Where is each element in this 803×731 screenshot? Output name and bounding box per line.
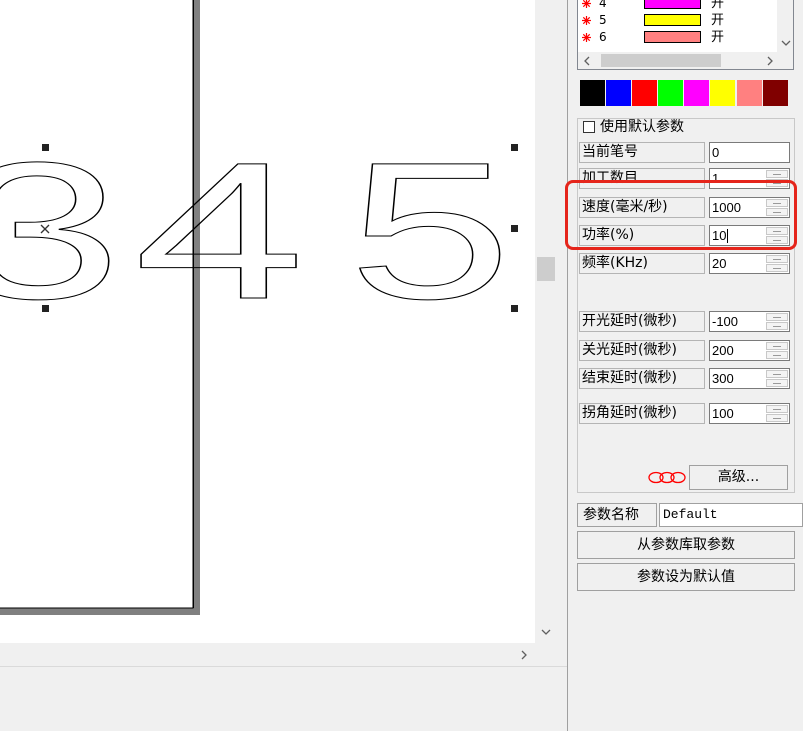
spin-up-button[interactable]: [766, 255, 788, 263]
spin-up-button[interactable]: [766, 313, 788, 321]
palette-swatch-green[interactable]: [658, 80, 683, 106]
palette-swatch-magenta[interactable]: [684, 80, 709, 106]
pen-list-row[interactable]: 6 开: [578, 29, 777, 46]
text-glyph-4[interactable]: 4: [134, 122, 306, 341]
chevron-right-icon: [767, 56, 773, 65]
pen-list-vertical-scrollbar[interactable]: [777, 0, 793, 52]
use-default-checkbox[interactable]: [583, 121, 595, 133]
spin-up-button[interactable]: [766, 405, 788, 413]
pen-state-toggle[interactable]: 开: [711, 0, 724, 12]
pen-list-scroll-corner: [777, 52, 793, 69]
corner-delay-spinner[interactable]: [766, 405, 788, 422]
canvas-horizontal-scrollbar[interactable]: [0, 643, 535, 666]
selection-handle-icon[interactable]: [511, 305, 518, 312]
vertical-scroll-thumb[interactable]: [537, 257, 555, 281]
asterisk-icon: [582, 0, 591, 8]
spin-down-button[interactable]: [766, 264, 788, 272]
text-glyph-3[interactable]: 3: [0, 122, 123, 341]
laser-on-delay-value: -100: [712, 314, 739, 329]
laser-off-delay-spinner[interactable]: [766, 342, 788, 359]
pen-list-row[interactable]: 4 开: [578, 0, 777, 12]
laser-on-delay-stepper[interactable]: -100: [709, 311, 790, 332]
palette-swatch-salmon[interactable]: [737, 80, 762, 106]
end-delay-stepper[interactable]: 300: [709, 368, 790, 389]
chevron-down-icon: [781, 40, 790, 46]
laser-on-delay-spinner[interactable]: [766, 313, 788, 330]
drawing-canvas[interactable]: 3 4 5: [0, 0, 535, 643]
use-default-label[interactable]: 使用默认参数: [600, 118, 684, 136]
pen-number: 6: [599, 30, 607, 44]
corner-delay-value: 100: [712, 406, 734, 421]
selection-handle-icon[interactable]: [42, 144, 49, 151]
palette-swatch-red[interactable]: [632, 80, 657, 106]
frequency-stepper[interactable]: 20: [709, 253, 790, 274]
param-label-end-delay: 结束延时(微秒): [579, 368, 705, 389]
chevron-left-icon: [583, 56, 589, 65]
text-glyph-5[interactable]: 5: [348, 122, 513, 341]
scroll-right-button[interactable]: [512, 643, 535, 666]
spin-down-button[interactable]: [766, 351, 788, 359]
chevron-down-icon: [541, 629, 551, 635]
pen-color-swatch[interactable]: [644, 0, 701, 9]
pen-list-horizontal-scrollbar[interactable]: [578, 52, 777, 69]
status-bar: [0, 666, 567, 731]
chevron-right-icon: [521, 650, 527, 659]
asterisk-icon: [582, 33, 591, 42]
canvas-svg[interactable]: 3 4 5: [0, 0, 535, 643]
asterisk-icon: [582, 16, 591, 25]
spin-up-button[interactable]: [766, 170, 788, 178]
advanced-button[interactable]: 高级...: [689, 465, 788, 490]
param-label-frequency: 频率(KHz): [579, 253, 705, 274]
palette-swatch-blue[interactable]: [606, 80, 631, 106]
param-label-corner-delay: 拐角延时(微秒): [579, 403, 705, 424]
param-label-current-pen: 当前笔号: [579, 142, 705, 163]
spin-down-button[interactable]: [766, 322, 788, 330]
spin-down-button[interactable]: [766, 379, 788, 387]
selection-handle-icon[interactable]: [42, 305, 49, 312]
spin-up-button[interactable]: [766, 342, 788, 350]
pen-list-scroll-right-button[interactable]: [762, 52, 777, 69]
end-delay-spinner[interactable]: [766, 370, 788, 387]
param-name-field[interactable]: Default: [659, 503, 803, 527]
end-delay-value: 300: [712, 371, 734, 386]
param-label-laser-on-delay: 开光延时(微秒): [579, 311, 705, 332]
param-label-laser-off-delay: 关光延时(微秒): [579, 340, 705, 361]
pen-list-scroll-thumb[interactable]: [601, 54, 721, 67]
frequency-value: 20: [712, 256, 727, 271]
highlight-annotation: [565, 180, 797, 250]
pen-state-toggle[interactable]: 开: [711, 12, 724, 29]
param-name-label: 参数名称: [577, 503, 657, 527]
pen-number: 4: [599, 0, 607, 10]
current-pen-value: 0: [712, 145, 720, 160]
palette-swatch-black[interactable]: [580, 80, 605, 106]
pen-list-scroll-left-button[interactable]: [578, 52, 595, 69]
corner-delay-stepper[interactable]: 100: [709, 403, 790, 424]
canvas-vertical-scrollbar[interactable]: [535, 0, 557, 643]
laser-off-delay-value: 200: [712, 343, 734, 358]
pen-state-toggle[interactable]: 开: [711, 29, 724, 46]
pen-color-swatch[interactable]: [644, 31, 701, 43]
load-from-library-button[interactable]: 从参数库取参数: [577, 531, 795, 559]
palette-swatch-yellow[interactable]: [710, 80, 735, 106]
scrollbar-corner: [535, 643, 557, 666]
chain-link-icon[interactable]: [648, 471, 686, 484]
pen-color-swatch[interactable]: [644, 14, 701, 26]
scroll-down-button[interactable]: [535, 621, 557, 643]
set-as-default-button[interactable]: 参数设为默认值: [577, 563, 795, 591]
pen-number: 5: [599, 13, 607, 27]
spin-down-button[interactable]: [766, 414, 788, 422]
palette-swatch-dark-red[interactable]: [763, 80, 788, 106]
pen-list[interactable]: 4 开 5 开 6 开: [577, 0, 794, 70]
pen-list-row[interactable]: 5 开: [578, 12, 777, 29]
pen-list-scroll-down-button[interactable]: [777, 34, 793, 51]
selection-handle-icon[interactable]: [511, 144, 518, 151]
laser-off-delay-stepper[interactable]: 200: [709, 340, 790, 361]
selection-handle-icon[interactable]: [511, 225, 518, 232]
spin-up-button[interactable]: [766, 370, 788, 378]
current-pen-field[interactable]: 0: [709, 142, 790, 163]
app-window: 3 4 5 4 开 5 开 6 开 使用默认参数 当前笔号 0 加工数目 1 速…: [0, 0, 803, 731]
frequency-spinner[interactable]: [766, 255, 788, 272]
